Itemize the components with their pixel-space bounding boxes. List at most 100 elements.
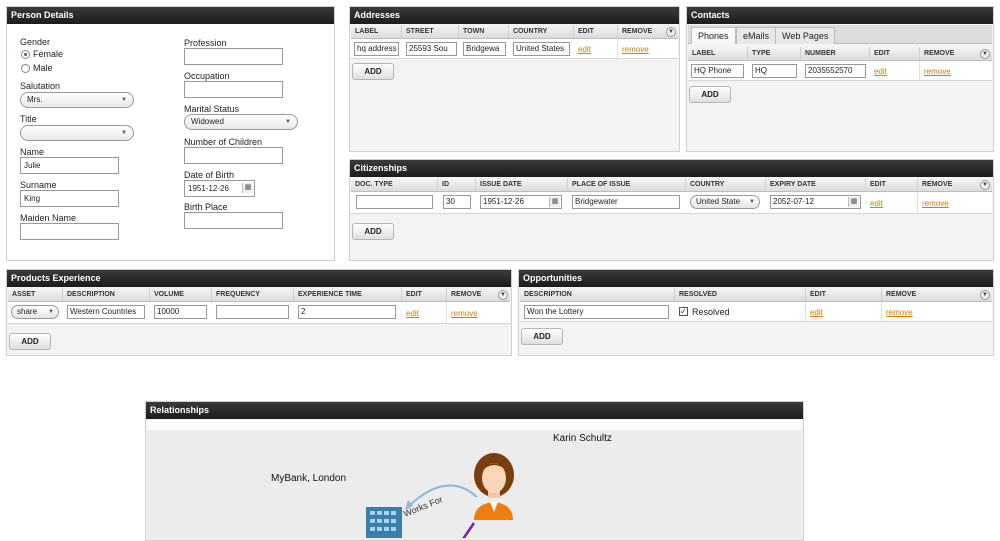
column-header[interactable]: EDIT <box>806 288 882 301</box>
column-menu-icon[interactable]: ▼ <box>980 180 990 190</box>
frequency-input[interactable] <box>216 305 289 319</box>
occupation-label: Occupation <box>184 71 230 81</box>
add-phone-button[interactable]: ADD <box>689 86 731 103</box>
column-menu-icon[interactable]: ▼ <box>498 290 508 300</box>
birth-place-input[interactable] <box>184 212 283 229</box>
address-street-input[interactable]: 25593 Sou <box>406 42 457 56</box>
salutation-select[interactable]: Mrs. ▼ <box>20 92 134 108</box>
gender-male-radio[interactable] <box>21 64 30 73</box>
column-header[interactable]: ISSUE DATE <box>476 178 568 191</box>
grid-header: DESCRIPTION RESOLVED EDIT REMOVE ▼ <box>520 288 992 302</box>
add-opportunity-button[interactable]: ADD <box>521 328 563 345</box>
relationships-panel: Relationships Karin Schultz MyBank, Lond… <box>145 401 804 541</box>
grid-header: ASSET DESCRIPTION VOLUME FREQUENCY EXPER… <box>8 288 510 302</box>
remove-link[interactable]: remove <box>922 199 949 208</box>
doc-type-input[interactable] <box>356 195 433 209</box>
remove-link[interactable]: remove <box>886 308 913 317</box>
column-header[interactable]: TOWN <box>459 25 509 38</box>
column-header[interactable]: PLACE OF ISSUE <box>568 178 686 191</box>
column-header[interactable]: COUNTRY <box>509 25 574 38</box>
phone-number-input[interactable]: 2035552570 <box>805 64 866 78</box>
title-select[interactable]: ▼ <box>20 125 134 141</box>
remove-link[interactable]: remove <box>451 309 478 318</box>
experience-time-input[interactable]: 2 <box>298 305 396 319</box>
column-header[interactable]: EDIT <box>574 25 618 38</box>
citizenships-panel: Citizenships DOC. TYPE ID ISSUE DATE PLA… <box>349 159 994 261</box>
citizenship-id-input[interactable]: 30 <box>443 195 471 209</box>
name-input[interactable]: Julie <box>20 157 119 174</box>
column-header[interactable]: COUNTRY <box>686 178 766 191</box>
calendar-icon[interactable]: ▦ <box>242 183 253 193</box>
column-header[interactable]: EDIT <box>402 288 447 301</box>
phone-type-input[interactable]: HQ <box>752 64 797 78</box>
asset-select[interactable]: share ▼ <box>11 305 59 319</box>
children-input[interactable] <box>184 147 283 164</box>
column-header[interactable]: EDIT <box>870 47 920 60</box>
column-header[interactable]: DESCRIPTION <box>63 288 150 301</box>
remove-link[interactable]: remove <box>622 45 649 54</box>
column-header[interactable]: DOC. TYPE <box>351 178 438 191</box>
expiry-date-input[interactable]: 2052-07-12 ▦ <box>770 195 861 209</box>
calendar-icon[interactable]: ▦ <box>848 197 859 207</box>
column-header[interactable]: REMOVE <box>882 288 994 301</box>
column-header[interactable]: EXPIRY DATE <box>766 178 866 191</box>
gender-female-radio[interactable] <box>21 50 30 59</box>
phone-label-input[interactable]: HQ Phone <box>691 64 744 78</box>
column-header[interactable]: FREQUENCY <box>212 288 294 301</box>
profession-input[interactable] <box>184 48 283 65</box>
product-description-input[interactable]: Western Countries <box>67 305 145 319</box>
issue-date-input[interactable]: 1951-12-26 ▦ <box>480 195 562 209</box>
column-menu-icon[interactable]: ▼ <box>980 290 990 300</box>
gender-female-label: Female <box>33 49 64 59</box>
maiden-name-input[interactable] <box>20 223 119 240</box>
add-product-button[interactable]: ADD <box>9 333 51 350</box>
volume-input[interactable]: 10000 <box>154 305 207 319</box>
column-header[interactable]: ID <box>438 178 476 191</box>
column-header[interactable]: RESOLVED <box>675 288 806 301</box>
marital-status-select[interactable]: Widowed ▼ <box>184 114 298 130</box>
column-header[interactable]: TYPE <box>748 47 801 60</box>
occupation-input[interactable] <box>184 81 283 98</box>
column-header[interactable]: LABEL <box>688 47 748 60</box>
column-header[interactable]: DESCRIPTION <box>520 288 675 301</box>
expiry-date-value: 2052-07-12 <box>773 197 814 206</box>
grid-header: DOC. TYPE ID ISSUE DATE PLACE OF ISSUE C… <box>351 178 992 192</box>
tab-phones[interactable]: Phones <box>691 27 736 44</box>
relationship-diagram: Karin Schultz MyBank, London Works For <box>147 420 802 540</box>
column-header[interactable]: NUMBER <box>801 47 870 60</box>
edit-link[interactable]: edit <box>810 308 823 317</box>
addresses-grid: LABEL STREET TOWN COUNTRY EDIT REMOVE ▼ … <box>351 25 678 59</box>
add-address-button[interactable]: ADD <box>352 63 394 80</box>
column-header[interactable]: EXPERIENCE TIME <box>294 288 402 301</box>
edit-link[interactable]: edit <box>406 309 419 318</box>
address-country-input[interactable]: United States <box>513 42 570 56</box>
tab-web-pages[interactable]: Web Pages <box>775 27 836 44</box>
column-header[interactable]: ASSET <box>8 288 63 301</box>
opportunity-description-input[interactable]: Won the Lottery <box>524 305 669 319</box>
tab-emails[interactable]: eMails <box>736 27 777 44</box>
column-menu-icon[interactable]: ▼ <box>666 27 676 37</box>
resolved-checkbox[interactable]: ✓ <box>679 307 688 316</box>
chevron-down-icon: ▼ <box>121 97 127 103</box>
resolved-label: Resolved <box>692 307 730 317</box>
address-town-input[interactable]: Bridgewa <box>463 42 506 56</box>
edit-link[interactable]: edit <box>874 67 887 76</box>
edit-link[interactable]: edit <box>870 199 883 208</box>
address-label-input[interactable]: hq address <box>354 42 399 56</box>
opportunities-grid: DESCRIPTION RESOLVED EDIT REMOVE ▼ Won t… <box>520 288 992 322</box>
title-label: Title <box>20 114 37 124</box>
add-citizenship-button[interactable]: ADD <box>352 223 394 240</box>
chevron-down-icon: ▼ <box>121 130 127 136</box>
column-header[interactable]: LABEL <box>351 25 402 38</box>
remove-link[interactable]: remove <box>924 67 951 76</box>
calendar-icon[interactable]: ▦ <box>549 197 560 207</box>
edit-link[interactable]: edit <box>578 45 591 54</box>
column-header[interactable]: EDIT <box>866 178 918 191</box>
dob-input[interactable]: 1951-12-26 ▦ <box>184 180 255 197</box>
place-of-issue-input[interactable]: Bridgewater <box>572 195 680 209</box>
column-header[interactable]: VOLUME <box>150 288 212 301</box>
column-menu-icon[interactable]: ▼ <box>980 49 990 59</box>
surname-input[interactable]: King <box>20 190 119 207</box>
column-header[interactable]: STREET <box>402 25 459 38</box>
citizenship-country-select[interactable]: United State ▼ <box>690 195 760 209</box>
